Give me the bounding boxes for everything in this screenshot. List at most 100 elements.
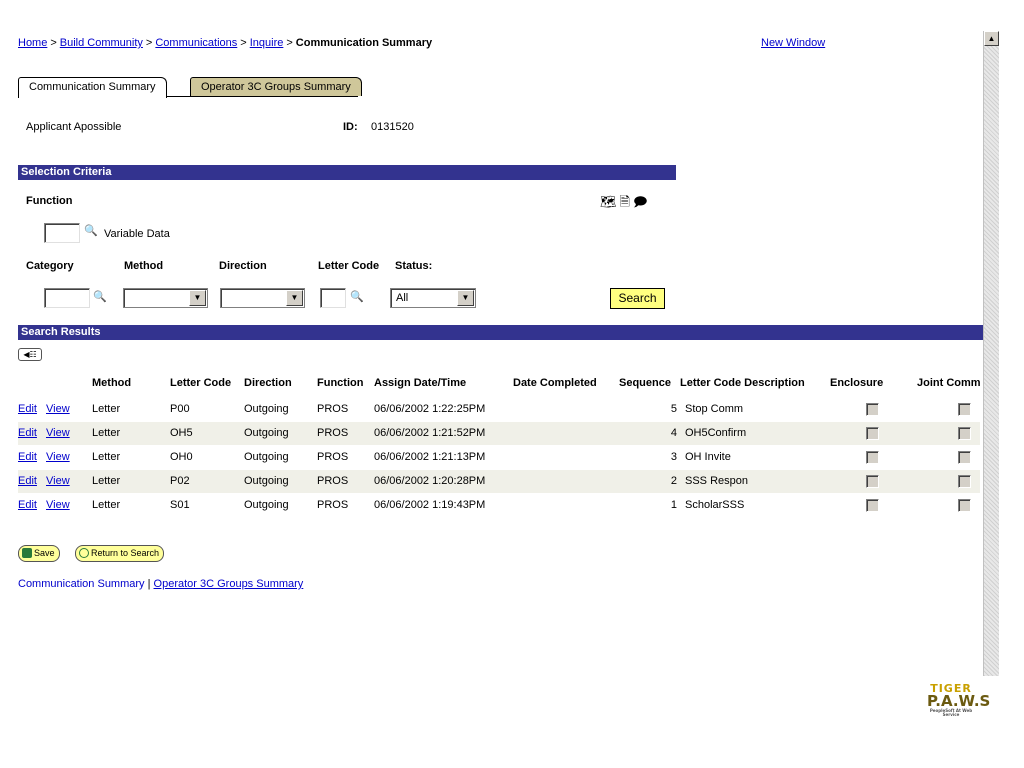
search-results-header: Search Results	[18, 325, 983, 340]
grid-toggle-icon[interactable]: ◀☷	[18, 348, 42, 361]
return-to-search-button[interactable]: Return to Search	[75, 545, 165, 562]
tab-operator-3c-groups-summary[interactable]: Operator 3C Groups Summary	[190, 77, 362, 96]
column-header-joint-comm: Joint Comm	[917, 377, 980, 389]
joint-comm-checkbox[interactable]	[958, 403, 971, 416]
letter-code-lookup-icon[interactable]: 🔍	[350, 290, 364, 304]
method-label: Method	[124, 260, 164, 272]
breadcrumb-home[interactable]: Home	[18, 37, 47, 49]
view-link[interactable]: View	[46, 427, 70, 439]
cell-description: SSS Respon	[685, 475, 748, 487]
id-label: ID:	[343, 121, 358, 133]
enclosure-checkbox[interactable]	[866, 475, 879, 488]
function-input[interactable]	[44, 223, 80, 243]
footer-tab-links: Communication Summary | Operator 3C Grou…	[18, 578, 303, 590]
cell-sequence: 5	[670, 403, 677, 415]
enclosure-checkbox[interactable]	[866, 427, 879, 440]
cell-description: Stop Comm	[685, 403, 744, 415]
table-row: Edit View Letter P02 Outgoing PROS 06/06/2002 …	[18, 470, 980, 493]
column-header-date-completed: Date Completed	[513, 377, 597, 389]
cell-description: ScholarSSS	[685, 499, 745, 511]
view-link[interactable]: View	[46, 403, 70, 415]
variable-data-label: Variable Data	[104, 228, 170, 240]
cell-method: Letter	[92, 451, 121, 463]
vertical-scrollbar[interactable]: ▲	[983, 31, 999, 676]
enclosure-checkbox[interactable]	[866, 403, 879, 416]
magnifier-icon	[79, 548, 89, 558]
cell-assign: 06/06/2002 1:20:28PM	[374, 475, 486, 487]
breadcrumb-separator: >	[145, 37, 153, 49]
function-lookup-icon[interactable]: 🔍	[84, 224, 98, 238]
cell-direction: Outgoing	[244, 451, 289, 463]
table-row: Edit View Letter P00 Outgoing PROS 06/06/2002 …	[18, 398, 980, 421]
view-link[interactable]: View	[46, 451, 70, 463]
category-lookup-icon[interactable]: 🔍	[93, 290, 107, 304]
selection-criteria-header: Selection Criteria	[18, 165, 676, 180]
breadcrumb-separator: >	[240, 37, 247, 49]
joint-comm-checkbox[interactable]	[958, 427, 971, 440]
id-value: 0131520	[371, 121, 414, 133]
breadcrumb-communications[interactable]: Communications	[155, 37, 237, 49]
breadcrumb-current: Communication Summary	[295, 37, 433, 49]
search-button[interactable]: Search	[610, 288, 665, 309]
cell-method: Letter	[92, 427, 121, 439]
cell-letter-code: S01	[170, 499, 190, 511]
joint-comm-checkbox[interactable]	[958, 475, 971, 488]
cell-sequence: 3	[670, 451, 677, 463]
edit-link[interactable]: Edit	[18, 499, 37, 511]
category-input[interactable]	[44, 288, 90, 308]
breadcrumb-build-community[interactable]: Build Community	[60, 37, 143, 49]
edit-link[interactable]: Edit	[18, 451, 37, 463]
chevron-down-icon[interactable]: ▼	[189, 290, 206, 306]
edit-link[interactable]: Edit	[18, 403, 37, 415]
column-header-enclosure: Enclosure	[830, 377, 884, 389]
column-header-function: Function	[317, 377, 364, 389]
cell-assign: 06/06/2002 1:22:25PM	[374, 403, 486, 415]
save-button[interactable]: Save	[18, 545, 60, 562]
scroll-up-arrow-icon[interactable]: ▲	[984, 31, 999, 46]
download-to-excel-icon[interactable]: 🗺	[600, 194, 620, 209]
cell-sequence: 4	[670, 427, 677, 439]
function-label: Function	[26, 195, 73, 207]
direction-select[interactable]: ▼	[220, 288, 305, 308]
footer-divider: |	[147, 578, 151, 590]
save-disk-icon	[22, 548, 32, 558]
view-all-icon[interactable]: 🗎	[620, 194, 633, 209]
tab-communication-summary[interactable]: Communication Summary	[18, 77, 167, 98]
status-select[interactable]: All ▼	[390, 288, 476, 308]
cell-method: Letter	[92, 475, 121, 487]
cell-assign: 06/06/2002 1:19:43PM	[374, 499, 486, 511]
return-to-search-label: Return to Search	[91, 548, 160, 558]
logo-line-3: PeopleSoft At Web Service	[929, 708, 973, 717]
letter-code-label: Letter Code	[318, 260, 380, 272]
category-label: Category	[26, 260, 74, 272]
cell-direction: Outgoing	[244, 427, 289, 439]
view-link[interactable]: View	[46, 499, 70, 511]
new-window-link[interactable]: New Window	[761, 37, 825, 49]
footer-current-page: Communication Summary	[18, 578, 145, 590]
find-icon[interactable]: 🗩	[633, 194, 650, 209]
edit-link[interactable]: Edit	[18, 427, 37, 439]
cell-function: PROS	[317, 403, 349, 415]
chevron-down-icon[interactable]: ▼	[286, 290, 303, 306]
view-link[interactable]: View	[46, 475, 70, 487]
cell-letter-code: OH5	[170, 427, 193, 439]
enclosure-checkbox[interactable]	[866, 451, 879, 464]
cell-letter-code: P00	[170, 403, 190, 415]
column-header-sequence: Sequence	[619, 377, 671, 389]
joint-comm-checkbox[interactable]	[958, 499, 971, 512]
cell-direction: Outgoing	[244, 475, 289, 487]
logo-line-2: P.A.W.S	[927, 692, 991, 710]
letter-code-input[interactable]	[320, 288, 346, 308]
enclosure-checkbox[interactable]	[866, 499, 879, 512]
chevron-down-icon[interactable]: ▼	[457, 290, 474, 306]
breadcrumb-inquire[interactable]: Inquire	[250, 37, 284, 49]
footer-operator-3c-groups-link[interactable]: Operator 3C Groups Summary	[154, 578, 304, 590]
breadcrumb-separator: >	[50, 37, 57, 49]
cell-sequence: 2	[670, 475, 677, 487]
cell-assign: 06/06/2002 1:21:52PM	[374, 427, 486, 439]
method-select[interactable]: ▼	[123, 288, 208, 308]
edit-link[interactable]: Edit	[18, 475, 37, 487]
cell-assign: 06/06/2002 1:21:13PM	[374, 451, 486, 463]
joint-comm-checkbox[interactable]	[958, 451, 971, 464]
selection-toolbar: 🗺🗎🗩	[600, 193, 650, 215]
